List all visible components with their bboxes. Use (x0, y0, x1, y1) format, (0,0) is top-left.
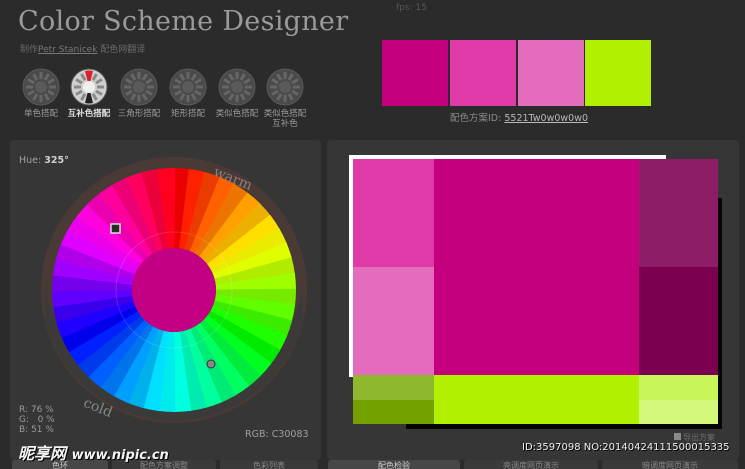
scheme-preview (349, 155, 722, 429)
complement-mode-icon (70, 68, 108, 106)
author-link[interactable]: Petr Stanicek (38, 45, 97, 55)
complement-darker-block[interactable] (353, 400, 434, 424)
fps-counter: fps: 15 (396, 3, 427, 13)
tab-light-page-demo[interactable]: 亮调度网页演示 (464, 460, 598, 469)
primary-hue-handle[interactable] (110, 223, 121, 234)
hue-value: 325° (44, 155, 69, 166)
analogic-mode-icon (218, 68, 256, 106)
mode-label: 矩形搭配 (170, 109, 205, 119)
primary-darker-block[interactable] (639, 267, 718, 375)
complement-lighter-block[interactable] (639, 400, 718, 424)
primary-lighter-block[interactable] (353, 267, 434, 375)
tab-color-list[interactable]: 色彩列表 (220, 460, 318, 469)
mode-button-3[interactable]: 三角形搭配 (117, 68, 161, 119)
mono-mode-icon (22, 68, 60, 106)
tab-scheme-test[interactable]: 配色检验 (328, 460, 460, 469)
mode-button-6[interactable]: 类似色搭配互补色 (263, 68, 307, 129)
app-title: Color Scheme Designer (18, 6, 349, 37)
watermark-logo-site: www.nipic.cn (71, 448, 169, 463)
mode-button-5[interactable]: 类似色搭配 (215, 68, 259, 119)
mode-label: 类似色搭配 (215, 109, 259, 119)
export-label: 导出方案 (683, 433, 715, 442)
credit-line: 制作Petr Stanicek 配色网翻译 (20, 42, 145, 55)
mode-label: 互补色搭配 (67, 109, 111, 119)
scheme-id-link[interactable]: 5521Tw0w0w0w0 (504, 113, 588, 124)
color-wheel[interactable]: warm cold (10, 140, 321, 460)
scheme-id: 配色方案ID: 5521Tw0w0w0w0 (450, 110, 588, 124)
rgb-percent-readout: R: 76 % G: 0 % B: 51 % (19, 405, 55, 435)
rgb-r: R: 76 % (19, 405, 54, 415)
analogic-complement-mode-icon (266, 68, 304, 106)
mode-label: 单色搭配 (23, 109, 58, 119)
triad-mode-icon (120, 68, 158, 106)
mode-button-1[interactable]: 单色搭配 (19, 68, 63, 119)
credit-prefix: 制作 (20, 45, 39, 55)
tab-dark-page-demo[interactable]: 暗调度网页演示 (602, 460, 738, 469)
mode-button-2[interactable]: 互补色搭配 (67, 68, 111, 119)
watermark-logo: 昵享网 www.nipic.cn (18, 440, 169, 464)
palette-swatch-complement[interactable] (585, 40, 651, 106)
tetrad-mode-icon (169, 68, 207, 106)
rgb-b: B: 51 % (19, 425, 54, 435)
rgb-g: G: 0 % (19, 415, 55, 425)
primary-main-block[interactable] (434, 159, 639, 375)
complement-light-block[interactable] (639, 375, 718, 400)
primary-dark-block[interactable] (639, 159, 718, 267)
palette-swatch-primary-lighter[interactable] (518, 40, 584, 106)
hue-readout: Hue: 325° (19, 155, 69, 166)
palette-swatch-primary[interactable] (382, 40, 448, 106)
palette-swatch-primary-light[interactable] (450, 40, 516, 106)
primary-light-block[interactable] (353, 159, 434, 267)
mode-button-4[interactable]: 矩形搭配 (166, 68, 210, 119)
complement-main-block[interactable] (434, 375, 639, 424)
hue-label: Hue: (19, 155, 42, 166)
credit-suffix: 配色网翻译 (100, 45, 146, 55)
watermark-logo-cn: 昵享网 (18, 444, 67, 463)
complement-hue-marker (206, 359, 216, 369)
mode-label: 类似色搭配互补色 (263, 109, 307, 129)
watermark-id: ID:3597098 NO:20140424111500015335 (522, 442, 730, 453)
wheel-center-color (132, 248, 216, 332)
scheme-id-label: 配色方案ID: (450, 113, 502, 124)
complement-dark-block[interactable] (353, 375, 434, 400)
export-icon (674, 433, 681, 440)
mode-label: 三角形搭配 (117, 109, 161, 119)
rgb-hex-readout: RGB: C30083 (245, 429, 309, 440)
